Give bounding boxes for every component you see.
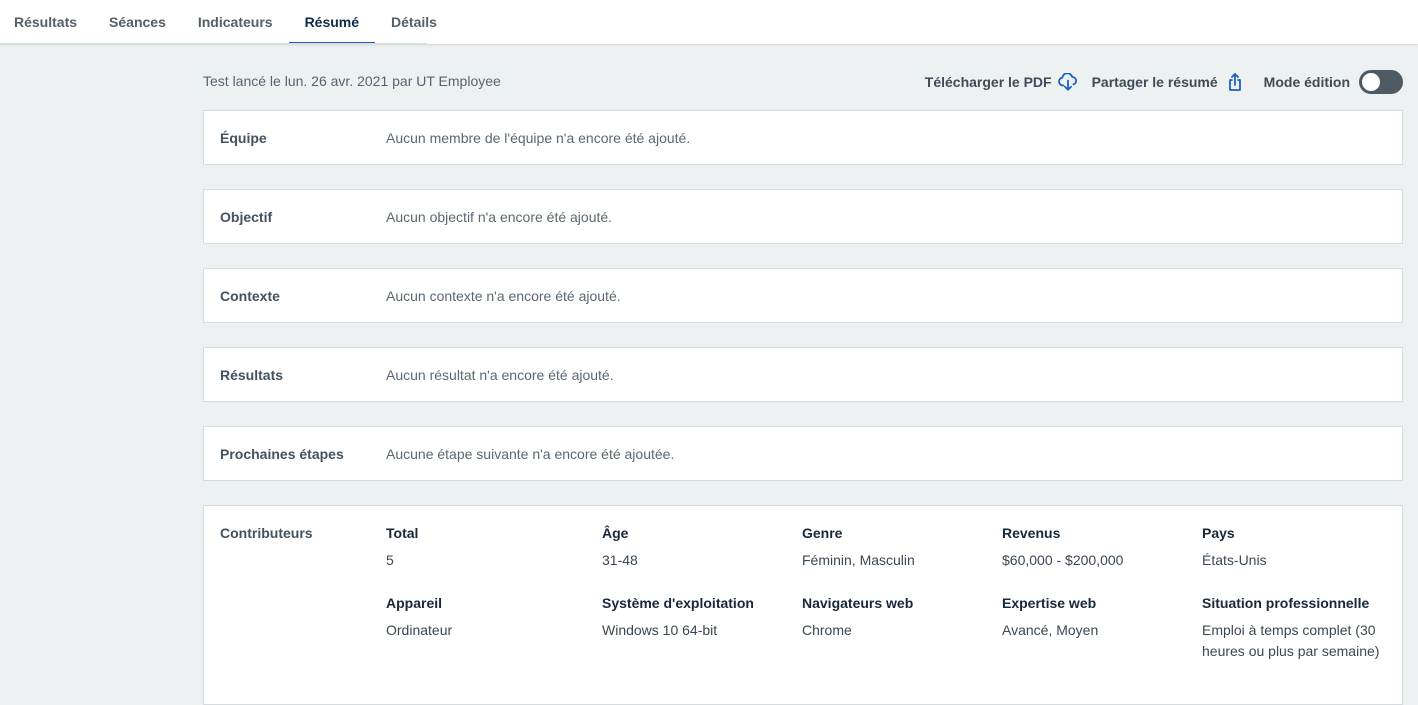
cloud-download-icon [1057,73,1077,91]
stat-value: Féminin, Masculin [802,552,915,568]
section-results: Résultats Aucun résultat n'a encore été … [203,347,1403,402]
stat-age: Âge 31-48 [602,525,792,571]
section-text[interactable]: Aucun résultat n'a encore été ajouté. [386,367,614,383]
top-navigation: Résultats Séances Indicateurs Résumé Dét… [0,0,1418,44]
section-contributors: Contributeurs Total 5 Âge 31-48 Genre Fé… [203,505,1403,705]
section-label: Contributeurs [220,525,313,541]
tab-bar: Résultats Séances Indicateurs Résumé Dét… [0,0,453,44]
stat-title: Navigateurs web [802,595,914,611]
stat-income: Revenus $60,000 - $200,000 [1002,525,1192,571]
section-text[interactable]: Aucun objectif n'a encore été ajouté. [386,209,612,225]
stat-value: Emploi à temps complet (30 heures ou plu… [1202,622,1380,659]
section-label: Prochaines étapes [220,446,344,462]
toggle-knob [1362,73,1380,91]
section-text[interactable]: Aucun membre de l'équipe n'a encore été … [386,130,690,146]
stat-gender: Genre Féminin, Masculin [802,525,992,571]
share-summary-label: Partager le résumé [1091,74,1218,90]
stat-value: Chrome [802,622,852,638]
summary-header: Test lancé le lun. 26 avr. 2021 par UT E… [203,70,1403,94]
stat-title: Pays [1202,525,1235,541]
stat-title: Système d'exploitation [602,595,754,611]
stat-value: 31-48 [602,552,638,568]
tab-bar-divider [0,43,427,44]
share-summary-button[interactable]: Partager le résumé [1092,72,1246,92]
section-objective: Objectif Aucun objectif n'a encore été a… [203,189,1403,244]
download-pdf-label: Télécharger le PDF [924,74,1052,90]
section-team: Équipe Aucun membre de l'équipe n'a enco… [203,110,1403,165]
stat-value: 5 [386,552,394,568]
stat-title: Situation professionnelle [1202,595,1370,611]
section-label: Résultats [220,367,284,383]
stat-value: Ordinateur [386,622,453,638]
stat-total: Total 5 [386,525,576,571]
stat-title: Revenus [1002,525,1061,541]
tab-details[interactable]: Détails [375,0,453,44]
section-context: Contexte Aucun contexte n'a encore été a… [203,268,1403,323]
section-label: Contexte [220,288,280,304]
stat-title: Appareil [386,595,443,611]
stat-title: Âge [602,525,629,541]
stat-title: Genre [802,525,843,541]
stat-device: Appareil Ordinateur [386,595,576,641]
tab-resume[interactable]: Résumé [288,0,376,44]
section-label: Équipe [220,130,267,146]
stat-web-browsers: Navigateurs web Chrome [802,595,992,641]
section-label: Objectif [220,209,273,225]
tab-seances[interactable]: Séances [93,0,182,44]
summary-actions: Télécharger le PDF Partager le résumé Mo… [911,70,1403,94]
share-icon [1228,73,1241,91]
stat-value: Windows 10 64-bit [602,622,718,638]
section-text[interactable]: Aucune étape suivante n'a encore été ajo… [386,446,674,462]
stat-web-expertise: Expertise web Avancé, Moyen [1002,595,1192,641]
stat-country: Pays États-Unis [1202,525,1392,571]
edit-mode-label: Mode édition [1263,74,1350,90]
stat-title: Expertise web [1002,595,1097,611]
tab-resultats[interactable]: Résultats [0,0,93,44]
stat-value: $60,000 - $200,000 [1002,552,1124,568]
stat-operating-system: Système d'exploitation Windows 10 64-bit [602,595,792,641]
tab-indicateurs[interactable]: Indicateurs [182,0,289,44]
edit-mode-toggle[interactable] [1359,70,1403,94]
stat-title: Total [386,525,419,541]
section-text[interactable]: Aucun contexte n'a encore été ajouté. [386,288,621,304]
stat-employment-status: Situation professionnelle Emploi à temps… [1202,595,1382,662]
download-pdf-button[interactable]: Télécharger le PDF [925,73,1078,91]
test-launched-info: Test lancé le lun. 26 avr. 2021 par UT E… [203,73,501,89]
stat-value: États-Unis [1202,552,1267,568]
section-next-steps: Prochaines étapes Aucune étape suivante … [203,426,1403,481]
stat-value: Avancé, Moyen [1002,622,1099,638]
edit-mode-control: Mode édition [1264,70,1403,94]
